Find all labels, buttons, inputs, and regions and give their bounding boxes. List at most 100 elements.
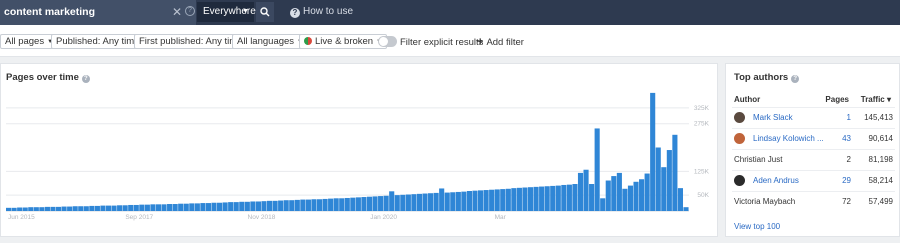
chart-bar[interactable] — [172, 204, 178, 211]
chart-bar[interactable] — [433, 192, 439, 211]
author-name[interactable]: Lindsay Kolowich ... — [753, 134, 824, 143]
chart-bar[interactable] — [239, 201, 245, 211]
info-icon[interactable]: ? — [81, 75, 90, 83]
chart-bar[interactable] — [94, 205, 100, 211]
chart-bar[interactable] — [633, 181, 639, 211]
chart-bar[interactable] — [144, 204, 150, 211]
chart-bar[interactable] — [316, 199, 323, 211]
chart-bar[interactable] — [583, 169, 589, 211]
chart-bar[interactable] — [61, 206, 67, 211]
chart-bar[interactable] — [89, 205, 95, 211]
chart-bar[interactable] — [78, 206, 84, 211]
chart-bar[interactable] — [400, 194, 406, 211]
chart-bar[interactable] — [511, 188, 517, 211]
chart-bar[interactable] — [639, 179, 645, 211]
author-pages[interactable]: 43 — [842, 134, 851, 143]
chart-bar[interactable] — [416, 193, 423, 211]
author-pages[interactable]: 29 — [842, 176, 851, 185]
chart-bar[interactable] — [122, 205, 128, 211]
chart-bar[interactable] — [405, 194, 411, 211]
chart-bar[interactable] — [328, 198, 334, 211]
chart-bar[interactable] — [466, 190, 472, 211]
chart-bar[interactable] — [250, 201, 256, 211]
chart-bar[interactable] — [278, 200, 284, 211]
chart-bar[interactable] — [389, 191, 395, 211]
scope-dropdown[interactable]: Everywhere ▼ — [197, 2, 256, 22]
chart-bar[interactable] — [28, 207, 34, 211]
chart-bar[interactable] — [283, 200, 289, 211]
chart-bar[interactable] — [450, 192, 456, 211]
search-query-text[interactable]: content marketing — [4, 6, 95, 18]
chart-bar[interactable] — [333, 198, 339, 211]
chart-bar[interactable] — [394, 195, 400, 211]
chart-bar[interactable] — [600, 198, 606, 211]
chart-bar[interactable] — [661, 167, 667, 211]
chart-bar[interactable] — [200, 203, 206, 211]
chart-bar[interactable] — [189, 203, 195, 211]
language-filter[interactable]: All languages▼ — [232, 34, 308, 49]
chart-bar[interactable] — [233, 202, 239, 211]
chart-bar[interactable] — [611, 176, 617, 211]
chart-bar[interactable] — [22, 207, 28, 211]
live-broken-filter[interactable]: Live & broken▼ — [299, 34, 388, 49]
chart-bar[interactable] — [677, 188, 684, 211]
chart-bar[interactable] — [183, 203, 189, 211]
chart-bar[interactable] — [39, 207, 45, 211]
chart-bar[interactable] — [272, 200, 278, 211]
chart-bar[interactable] — [516, 187, 522, 211]
chart-bar[interactable] — [644, 173, 650, 211]
chart-bar[interactable] — [339, 198, 345, 211]
chart-bar[interactable] — [261, 201, 267, 211]
chart-bar[interactable] — [483, 190, 489, 211]
chart-bar[interactable] — [289, 200, 295, 211]
search-input[interactable]: content marketing ✕ ? — [0, 0, 196, 25]
chart-bar[interactable] — [616, 172, 622, 211]
chart-bar[interactable] — [383, 195, 389, 211]
chart-bar[interactable] — [461, 191, 467, 211]
chart-bar[interactable] — [428, 193, 434, 211]
chart-bar[interactable] — [300, 199, 306, 211]
chart-bar[interactable] — [83, 206, 89, 211]
chart-bar[interactable] — [672, 134, 678, 211]
chart-bar[interactable] — [472, 190, 478, 211]
chart-bar[interactable] — [117, 205, 123, 211]
chart-bar[interactable] — [167, 204, 173, 211]
chart-bar[interactable] — [322, 198, 328, 211]
chart-bar[interactable] — [211, 202, 217, 211]
chart-bar[interactable] — [561, 184, 567, 211]
chart-bar[interactable] — [161, 204, 167, 211]
chart-bar[interactable] — [155, 204, 162, 211]
chart-bar[interactable] — [539, 186, 545, 211]
chart-bar[interactable] — [194, 203, 200, 211]
chart-bar[interactable] — [228, 202, 234, 211]
chart-bar[interactable] — [505, 188, 511, 211]
chart-bar[interactable] — [439, 188, 445, 211]
author-name[interactable]: Aden Andrus — [753, 176, 799, 185]
chart-bar[interactable] — [589, 184, 595, 211]
chart-bar[interactable] — [178, 203, 184, 211]
traffic-column-header[interactable]: Traffic ▾ — [861, 95, 891, 104]
chart-bar[interactable] — [544, 186, 550, 211]
chart-bar[interactable] — [139, 204, 145, 211]
chart-bar[interactable] — [622, 188, 628, 211]
chart-bar[interactable] — [444, 192, 450, 211]
chart-bar[interactable] — [244, 201, 250, 211]
chart-bar[interactable] — [55, 206, 62, 211]
info-icon[interactable]: ? — [791, 75, 800, 83]
chart-bar[interactable] — [72, 206, 78, 211]
chart-bar[interactable] — [222, 202, 228, 211]
chart-bar[interactable] — [305, 199, 311, 211]
chart-bar[interactable] — [105, 205, 112, 211]
chart-bar[interactable] — [627, 185, 634, 211]
chart-bar[interactable] — [411, 194, 417, 211]
author-pages[interactable]: 1 — [847, 113, 851, 122]
chart-bar[interactable] — [205, 203, 212, 211]
chart-bar[interactable] — [350, 197, 356, 211]
chart-bar[interactable] — [527, 187, 534, 211]
chart-bar[interactable] — [266, 200, 273, 211]
chart-bar[interactable] — [255, 201, 261, 211]
author-name[interactable]: Mark Slack — [753, 113, 793, 122]
chart-bar[interactable] — [355, 197, 361, 211]
chart-bar[interactable] — [366, 196, 373, 211]
chart-bar[interactable] — [50, 206, 56, 211]
